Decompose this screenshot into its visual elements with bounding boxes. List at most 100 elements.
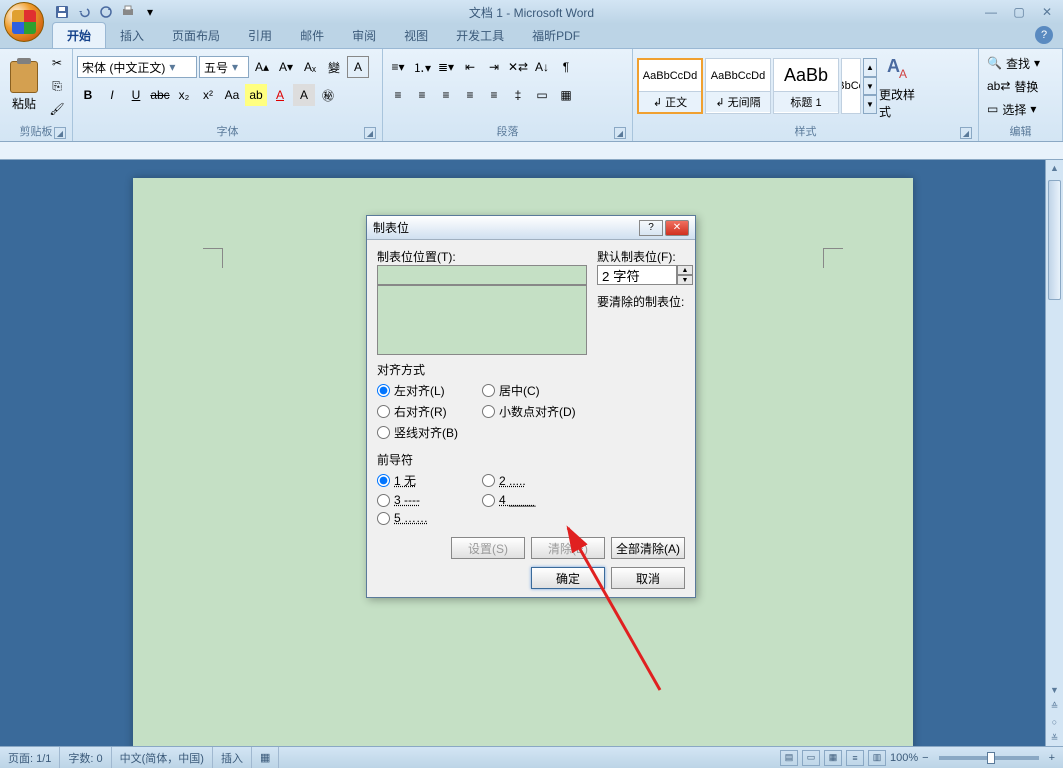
style-expand[interactable]: ▼ [863, 95, 877, 114]
line-spacing-icon[interactable]: ‡ [507, 84, 529, 106]
font-name-combo[interactable]: 宋体 (中文正文)▾ [77, 56, 197, 78]
tab-view[interactable]: 视图 [390, 23, 442, 48]
redo-icon[interactable] [96, 2, 116, 22]
cut-icon[interactable]: ✂ [46, 52, 68, 74]
view-outline[interactable]: ≡ [846, 750, 864, 766]
char-border-icon[interactable]: A [347, 56, 369, 78]
leader-5-radio[interactable]: 5 …… [377, 511, 482, 525]
tab-home[interactable]: 开始 [52, 22, 106, 48]
borders-icon[interactable]: ▦ [555, 84, 577, 106]
view-web-layout[interactable]: ▦ [824, 750, 842, 766]
status-language[interactable]: 中文(简体，中国) [112, 747, 213, 768]
status-insert-mode[interactable]: 插入 [213, 747, 252, 768]
leader-2-radio[interactable]: 2 ..... [482, 472, 587, 489]
save-icon[interactable] [52, 2, 72, 22]
next-page-icon[interactable]: ≚ [1046, 730, 1063, 746]
align-right-icon[interactable]: ≡ [435, 84, 457, 106]
styles-launcher[interactable]: ◢ [960, 127, 972, 139]
maximize-button[interactable]: ▢ [1007, 4, 1031, 20]
char-shading-icon[interactable]: A [293, 84, 315, 106]
style-scroll-down[interactable]: ▼ [863, 77, 877, 96]
clipboard-launcher[interactable]: ◢ [54, 127, 66, 139]
select-button[interactable]: ▭选择 ▾ [983, 99, 1058, 120]
prev-page-icon[interactable]: ≙ [1046, 698, 1063, 714]
leader-1-radio[interactable]: 1 无 [377, 472, 482, 489]
minimize-button[interactable]: — [979, 4, 1003, 20]
tab-developer[interactable]: 开发工具 [442, 23, 518, 48]
justify-icon[interactable]: ≡ [459, 84, 481, 106]
italic-button[interactable]: I [101, 84, 123, 106]
shrink-font-icon[interactable]: A▾ [275, 56, 297, 78]
status-words[interactable]: 字数: 0 [60, 747, 111, 768]
grow-font-icon[interactable]: A▴ [251, 56, 273, 78]
scroll-up-icon[interactable]: ▲ [1046, 160, 1063, 176]
replace-button[interactable]: ab⇄替换 [983, 76, 1058, 97]
align-center-radio[interactable]: 居中(C) [482, 382, 587, 399]
status-macro-icon[interactable]: ▦ [252, 747, 279, 768]
bold-button[interactable]: B [77, 84, 99, 106]
tab-position-list[interactable] [377, 285, 587, 355]
align-center-icon[interactable]: ≡ [411, 84, 433, 106]
style-normal[interactable]: AaBbCcDd↲ 正文 [637, 58, 703, 114]
tab-layout[interactable]: 页面布局 [158, 23, 234, 48]
zoom-thumb[interactable] [987, 752, 995, 764]
sort-icon[interactable]: A↓ [531, 56, 553, 78]
copy-icon[interactable]: ⎘ [46, 75, 68, 97]
tab-mailings[interactable]: 邮件 [286, 23, 338, 48]
bullets-icon[interactable]: ≡▾ [387, 56, 409, 78]
change-styles-button[interactable]: AA 更改样式 [879, 52, 919, 120]
close-button[interactable]: ✕ [1035, 4, 1059, 20]
view-print-layout[interactable]: ▤ [780, 750, 798, 766]
cancel-button[interactable]: 取消 [611, 567, 685, 589]
tab-position-input[interactable] [377, 265, 587, 285]
font-size-combo[interactable]: 五号▾ [199, 56, 249, 78]
clear-all-button[interactable]: 全部清除(A) [611, 537, 685, 559]
highlight-button[interactable]: ab [245, 84, 267, 106]
zoom-slider[interactable] [939, 756, 1039, 760]
status-page[interactable]: 页面: 1/1 [0, 747, 60, 768]
tab-foxit[interactable]: 福昕PDF [518, 23, 594, 48]
ok-button[interactable]: 确定 [531, 567, 605, 589]
zoom-in-button[interactable]: + [1049, 752, 1055, 764]
view-full-screen[interactable]: ▭ [802, 750, 820, 766]
style-scroll-up[interactable]: ▲ [863, 58, 877, 77]
tab-review[interactable]: 审阅 [338, 23, 390, 48]
scroll-down-icon[interactable]: ▼ [1046, 682, 1063, 698]
default-tab-input[interactable] [597, 265, 677, 285]
para-launcher[interactable]: ◢ [614, 127, 626, 139]
dialog-help-button[interactable]: ? [639, 220, 663, 236]
paste-button[interactable]: 粘贴 [4, 51, 44, 121]
underline-button[interactable]: U [125, 84, 147, 106]
superscript-button[interactable]: x² [197, 84, 219, 106]
qat-customize-icon[interactable]: ▾ [140, 2, 160, 22]
spinner-down[interactable]: ▼ [677, 275, 693, 285]
spinner-up[interactable]: ▲ [677, 265, 693, 275]
office-button[interactable] [4, 2, 44, 42]
clear-button[interactable]: 清除(E) [531, 537, 605, 559]
change-case-button[interactable]: Aa [221, 84, 243, 106]
leader-4-radio[interactable]: 4 ____ [482, 493, 587, 507]
numbering-icon[interactable]: ⒈▾ [411, 56, 433, 78]
subscript-button[interactable]: x₂ [173, 84, 195, 106]
leader-3-radio[interactable]: 3 ---- [377, 493, 482, 507]
dialog-titlebar[interactable]: 制表位 ? ✕ [367, 216, 695, 240]
browse-object-icon[interactable]: ○ [1046, 714, 1063, 730]
help-button[interactable]: ? [1035, 26, 1053, 44]
clear-format-icon[interactable]: Aₓ [299, 56, 321, 78]
vertical-scrollbar[interactable]: ▲ ▼ ≙ ○ ≚ [1045, 160, 1063, 746]
format-painter-icon[interactable]: 🖌 [46, 98, 68, 120]
decrease-indent-icon[interactable]: ⇤ [459, 56, 481, 78]
dialog-close-button[interactable]: ✕ [665, 220, 689, 236]
show-marks-icon[interactable]: ¶ [555, 56, 577, 78]
style-more[interactable]: AaBbCcDd [841, 58, 861, 114]
strike-button[interactable]: abc [149, 84, 171, 106]
font-launcher[interactable]: ◢ [364, 127, 376, 139]
distribute-icon[interactable]: ≡ [483, 84, 505, 106]
style-heading1[interactable]: AaBb标题 1 [773, 58, 839, 114]
increase-indent-icon[interactable]: ⇥ [483, 56, 505, 78]
set-button[interactable]: 设置(S) [451, 537, 525, 559]
phonetic-guide-icon[interactable]: 變 [323, 56, 345, 78]
tab-references[interactable]: 引用 [234, 23, 286, 48]
align-bar-radio[interactable]: 竖线对齐(B) [377, 424, 482, 441]
find-button[interactable]: 🔍查找 ▾ [983, 53, 1058, 74]
